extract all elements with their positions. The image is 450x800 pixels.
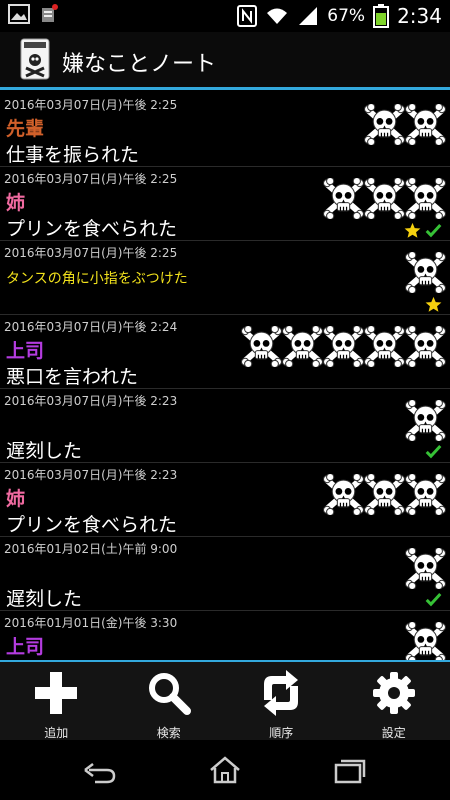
wifi-icon bbox=[267, 8, 288, 24]
list-item[interactable]: 2016年03月07日(月)午後 2:25 姉プリンを食べられた bbox=[0, 167, 450, 241]
list-item[interactable]: 2016年01月01日(金)午後 3:30 上司 bbox=[0, 611, 450, 660]
action-bar: 嫌なことノート bbox=[0, 32, 450, 90]
skull-crossbones-icon bbox=[323, 178, 364, 219]
nfc-icon bbox=[237, 5, 258, 27]
battery-icon bbox=[373, 4, 390, 28]
add-label: 追加 bbox=[44, 726, 69, 740]
skull-crossbones-icon bbox=[405, 548, 446, 589]
order-button[interactable]: 順序 bbox=[225, 662, 338, 740]
severity-rating bbox=[405, 252, 446, 293]
entry-description: 遅刻した bbox=[6, 440, 83, 462]
search-label: 検索 bbox=[156, 726, 181, 740]
entry-marks bbox=[404, 222, 442, 239]
status-bar: 67% 2:34 bbox=[0, 0, 450, 32]
list-item[interactable]: 2016年03月07日(月)午後 2:23 遅刻した bbox=[0, 389, 450, 463]
magnifier-icon bbox=[148, 673, 191, 715]
list-item[interactable]: 2016年03月07日(月)午後 2:24 上司悪口を言われた bbox=[0, 315, 450, 389]
entry-date: 2016年03月07日(月)午後 2:23 bbox=[4, 468, 178, 482]
skull-crossbones-icon bbox=[323, 326, 364, 367]
signal-icon bbox=[299, 7, 318, 25]
skull-crossbones-icon bbox=[364, 178, 405, 219]
settings-button[interactable]: 設定 bbox=[338, 662, 450, 740]
skull-crossbones-icon bbox=[282, 326, 323, 367]
bottom-toolbar: 追加 検索 順序 設定 bbox=[0, 660, 450, 740]
app-logo-icon bbox=[20, 38, 50, 80]
skull-crossbones-icon bbox=[364, 104, 405, 145]
entry-description: プリンを食べられた bbox=[6, 218, 178, 240]
severity-rating bbox=[405, 400, 446, 441]
check-icon bbox=[425, 223, 442, 238]
entry-person: 姉 bbox=[6, 192, 26, 214]
entry-marks bbox=[425, 592, 442, 607]
severity-rating bbox=[323, 178, 446, 219]
entry-person: 姉 bbox=[6, 488, 26, 510]
settings-label: 設定 bbox=[381, 726, 406, 740]
entry-marks bbox=[425, 444, 442, 459]
skull-crossbones-icon bbox=[405, 178, 446, 219]
skull-crossbones-icon bbox=[405, 252, 446, 293]
entry-list[interactable]: 2016年03月07日(月)午後 2:25 先輩 仕事を振られた 2016年03月07… bbox=[0, 93, 450, 660]
severity-rating bbox=[323, 474, 446, 515]
skull-crossbones-icon bbox=[405, 474, 446, 515]
plus-icon bbox=[35, 672, 78, 714]
entry-description: 悪口を言われた bbox=[6, 366, 139, 388]
sort-arrows-icon bbox=[264, 670, 299, 716]
list-item[interactable]: 2016年01月02日(土)午前 9:00 遅刻した bbox=[0, 537, 450, 611]
check-icon bbox=[425, 592, 442, 607]
system-nav-bar bbox=[0, 740, 450, 800]
search-button[interactable]: 検索 bbox=[113, 662, 226, 740]
list-item[interactable]: 2016年03月07日(月)午後 2:25 タンスの角に小指をぶつけた bbox=[0, 241, 450, 315]
star-icon bbox=[425, 296, 442, 312]
entry-description: 遅刻した bbox=[6, 588, 83, 610]
entry-date: 2016年03月07日(月)午後 2:25 bbox=[4, 246, 178, 260]
skull-crossbones-icon bbox=[323, 474, 364, 515]
battery-percent: 67% bbox=[327, 6, 366, 26]
check-icon bbox=[425, 444, 442, 459]
entry-date: 2016年01月01日(金)午後 3:30 bbox=[4, 616, 178, 630]
entry-description: 仕事を振られた bbox=[6, 144, 140, 166]
entry-person: 上司 bbox=[6, 340, 45, 362]
entry-description: タンスの角に小指をぶつけた bbox=[6, 271, 188, 287]
severity-rating bbox=[405, 548, 446, 589]
gear-icon bbox=[372, 672, 415, 714]
skull-crossbones-icon bbox=[405, 104, 446, 145]
add-button[interactable]: 追加 bbox=[0, 662, 113, 740]
list-item[interactable]: 2016年03月07日(月)午後 2:23 姉プリンを食べられた bbox=[0, 463, 450, 537]
entry-date: 2016年03月07日(月)午後 2:24 bbox=[4, 320, 178, 334]
back-icon[interactable] bbox=[83, 756, 117, 784]
gallery-icon bbox=[8, 4, 30, 24]
entry-description: プリンを食べられた bbox=[6, 514, 178, 536]
app-title: 嫌なことノート bbox=[62, 52, 217, 77]
order-label: 順序 bbox=[269, 726, 294, 740]
severity-rating bbox=[405, 622, 446, 660]
skull-crossbones-icon bbox=[405, 622, 446, 660]
entry-person: 上司 bbox=[6, 636, 45, 658]
entry-date: 2016年03月07日(月)午後 2:23 bbox=[4, 394, 178, 408]
entry-marks bbox=[425, 296, 442, 313]
skull-crossbones-icon bbox=[364, 326, 405, 367]
clock: 2:34 bbox=[397, 4, 442, 28]
notification-icon bbox=[42, 4, 58, 22]
skull-crossbones-icon bbox=[405, 400, 446, 441]
entry-date: 2016年01月02日(土)午前 9:00 bbox=[4, 542, 178, 556]
entry-date: 2016年03月07日(月)午後 2:25 bbox=[4, 98, 178, 112]
recents-icon[interactable] bbox=[333, 756, 367, 784]
entry-date: 2016年03月07日(月)午後 2:25 bbox=[4, 172, 178, 186]
severity-rating bbox=[364, 104, 446, 145]
skull-crossbones-icon bbox=[241, 326, 282, 367]
list-item[interactable]: 2016年03月07日(月)午後 2:25 先輩仕事を振られた bbox=[0, 93, 450, 167]
skull-crossbones-icon bbox=[405, 326, 446, 367]
home-icon[interactable] bbox=[208, 756, 242, 784]
star-icon bbox=[404, 222, 421, 238]
entry-person: 先輩 bbox=[6, 118, 45, 140]
skull-crossbones-icon bbox=[364, 474, 405, 515]
severity-rating bbox=[241, 326, 446, 367]
